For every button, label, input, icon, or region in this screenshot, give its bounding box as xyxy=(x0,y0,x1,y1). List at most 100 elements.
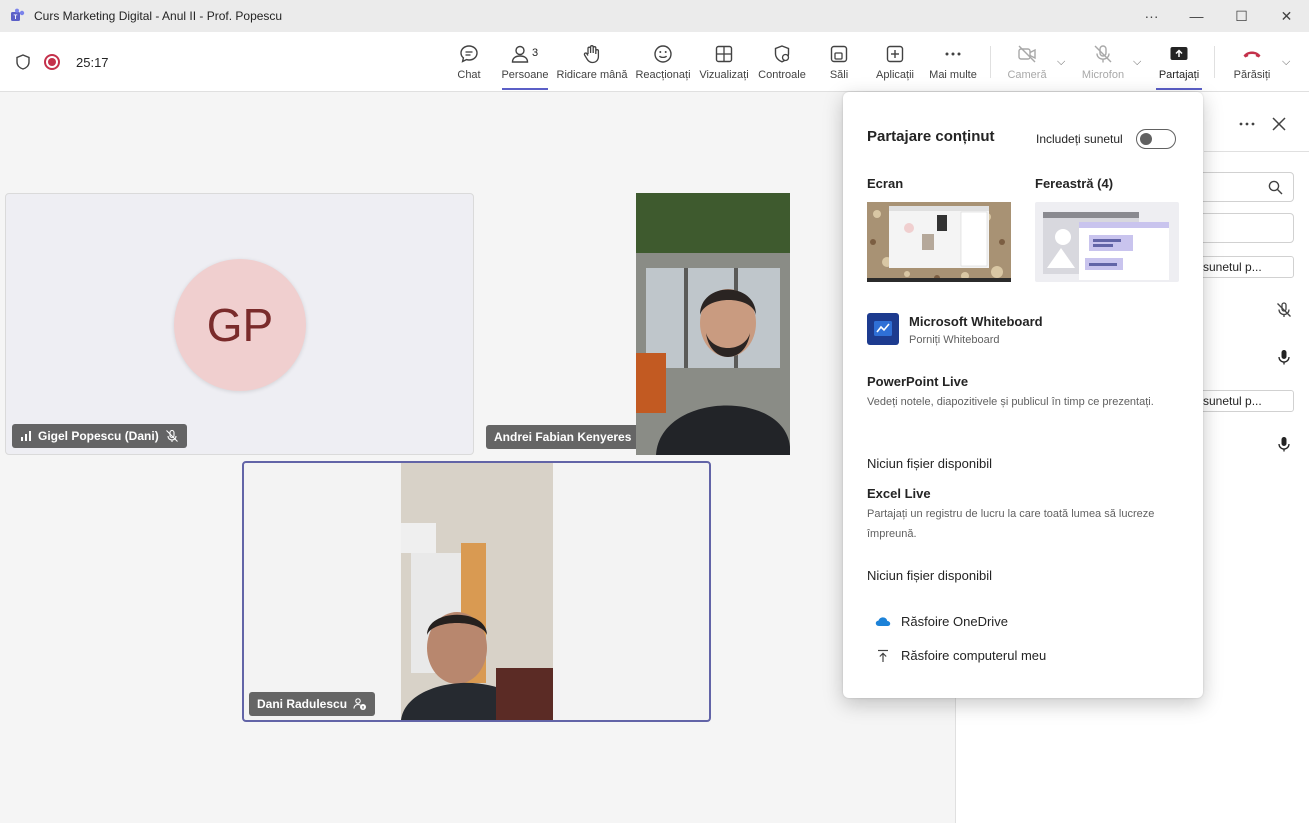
view-label: Vizualizați xyxy=(699,69,749,81)
search-icon xyxy=(1268,180,1283,195)
share-screen-icon xyxy=(1170,47,1188,60)
hang-up-icon xyxy=(1243,51,1261,58)
excel-live-description: Partajați un registru de lucru la care t… xyxy=(867,508,1155,540)
camera-options-chevron-icon[interactable]: ⌵ xyxy=(1057,56,1065,69)
shield-settings-icon xyxy=(774,45,790,63)
add-app-icon xyxy=(886,45,904,63)
people-label: Persoane xyxy=(501,69,549,81)
screen-share-thumbnail[interactable] xyxy=(867,202,1011,282)
title-bar: T Curs Marketing Digital - Anul II - Pro… xyxy=(0,0,1309,32)
panel-more-icon[interactable] xyxy=(1238,116,1256,132)
people-button[interactable]: 3 Persoane xyxy=(501,32,549,92)
video-stage: GP Gigel Popescu (Dani) Andrei Fabian Ke… xyxy=(0,92,955,823)
reactions-button[interactable]: Reacționați xyxy=(635,32,691,92)
powerpoint-empty-state: Niciun fișier disponibil xyxy=(867,456,992,471)
chat-button[interactable]: Chat xyxy=(452,32,486,92)
panel-divider xyxy=(1204,151,1309,152)
window-title: Curs Marketing Digital - Anul II - Prof.… xyxy=(34,9,283,23)
window-section-label: Fereastră (4) xyxy=(1035,176,1114,191)
breakout-rooms-icon xyxy=(830,45,848,63)
mic-button[interactable]: Microfon xyxy=(1080,32,1126,92)
share-button[interactable]: Partajați xyxy=(1156,32,1202,92)
maximize-button[interactable]: ☐ xyxy=(1219,0,1264,32)
meeting-timer: 25:17 xyxy=(76,54,109,70)
chat-icon xyxy=(460,45,478,63)
people-icon xyxy=(511,45,529,63)
raise-hand-icon xyxy=(583,45,600,64)
powerpoint-live-title: PowerPoint Live xyxy=(867,374,969,389)
mic-off-icon xyxy=(1094,45,1112,63)
browse-onedrive-label: Răsfoire OneDrive xyxy=(901,614,1008,629)
mic-icon-2 xyxy=(1274,434,1294,454)
grid-view-icon xyxy=(715,45,733,63)
muted-mic-icon xyxy=(1274,300,1294,320)
signal-strength-icon xyxy=(21,431,31,441)
browse-computer-link[interactable]: Răsfoire computerul meu xyxy=(875,648,1046,663)
participant-name-tag: Dani Radulescu xyxy=(249,692,376,716)
include-sound-toggle[interactable] xyxy=(1136,129,1176,149)
video-feed-dani xyxy=(401,463,553,720)
participant-name: Gigel Popescu (Dani) xyxy=(38,429,159,443)
close-window-button[interactable]: ✕ xyxy=(1264,0,1309,32)
participant-name: Andrei Fabian Kenyeres xyxy=(494,430,632,444)
controls-button[interactable]: Controale xyxy=(758,32,806,92)
camera-button[interactable]: Cameră xyxy=(1006,32,1048,92)
apps-button[interactable]: Aplicații xyxy=(875,32,915,92)
onedrive-icon xyxy=(875,616,891,626)
avatar: GP xyxy=(174,259,306,391)
more-button[interactable]: Mai multe xyxy=(927,32,979,92)
whiteboard-title[interactable]: Microsoft Whiteboard xyxy=(909,314,1043,329)
camera-off-icon xyxy=(1018,45,1036,63)
mic-options-chevron-icon[interactable]: ⌵ xyxy=(1133,56,1141,69)
participant-tile-dani[interactable]: Dani Radulescu xyxy=(242,461,711,722)
recording-indicator-icon xyxy=(44,54,60,70)
view-button[interactable]: Vizualizați xyxy=(699,32,749,92)
raise-hand-label: Ridicare mână xyxy=(556,69,628,81)
video-feed-andrei xyxy=(636,193,790,455)
meeting-toolbar: 25:17 Chat 3 Persoane Ridicare mână Reac… xyxy=(0,32,1309,92)
rooms-button[interactable]: Săli xyxy=(826,32,852,92)
muted-mic-icon xyxy=(165,429,178,442)
powerpoint-live-description: Vedeți notele, diapozitivele și publicul… xyxy=(867,396,1154,408)
people-count: 3 xyxy=(532,47,539,59)
excel-live-title: Excel Live xyxy=(867,486,931,501)
more-horizontal-icon xyxy=(945,52,961,56)
emoji-icon xyxy=(654,45,672,63)
toolbar-divider-2 xyxy=(1214,46,1215,78)
participant-name: Dani Radulescu xyxy=(257,697,348,711)
flyout-title: Partajare conținut xyxy=(867,128,995,145)
toolbar-divider xyxy=(990,46,991,78)
mic-label: Microfon xyxy=(1081,69,1125,81)
rooms-label: Săli xyxy=(829,69,849,81)
leave-options-chevron-icon[interactable]: ⌵ xyxy=(1282,56,1290,69)
participant-video-andrei[interactable] xyxy=(636,193,790,455)
more-label: Mai multe xyxy=(929,69,977,81)
include-sound-label: Includeți sunetul xyxy=(1036,132,1123,146)
reactions-label: Reacționați xyxy=(635,69,691,81)
more-options-button[interactable]: ··· xyxy=(1129,0,1174,32)
mic-icon xyxy=(1274,347,1294,367)
apps-label: Aplicații xyxy=(876,69,914,81)
minimize-button[interactable]: — xyxy=(1174,0,1219,32)
people-info-icon xyxy=(353,698,367,710)
share-label: Partajați xyxy=(1158,69,1200,81)
whiteboard-subtitle: Porniți Whiteboard xyxy=(909,334,1000,346)
excel-empty-state: Niciun fișier disponibil xyxy=(867,568,992,583)
screen-section-label: Ecran xyxy=(867,176,904,191)
share-content-flyout: Partajare conținut Includeți sunetul Ecr… xyxy=(843,92,1203,698)
svg-text:T: T xyxy=(14,15,18,21)
teams-logo-icon: T xyxy=(11,8,25,21)
close-panel-icon[interactable] xyxy=(1270,115,1288,133)
participant-name-tag-andrei: Andrei Fabian Kenyeres xyxy=(486,425,640,449)
leave-label: Părăsiți xyxy=(1233,69,1271,81)
whiteboard-icon xyxy=(867,313,899,345)
camera-label: Cameră xyxy=(1007,69,1047,81)
participant-tile-gigel[interactable]: GP Gigel Popescu (Dani) xyxy=(5,193,474,455)
window-share-thumbnail[interactable] xyxy=(1035,202,1179,282)
shield-icon[interactable] xyxy=(14,53,32,71)
browse-computer-label: Răsfoire computerul meu xyxy=(901,648,1047,663)
participant-name-tag: Gigel Popescu (Dani) xyxy=(12,424,187,448)
browse-onedrive-link[interactable]: Răsfoire OneDrive xyxy=(875,614,1008,629)
leave-button[interactable]: Părăsiți xyxy=(1233,32,1271,92)
raise-hand-button[interactable]: Ridicare mână xyxy=(557,32,627,92)
